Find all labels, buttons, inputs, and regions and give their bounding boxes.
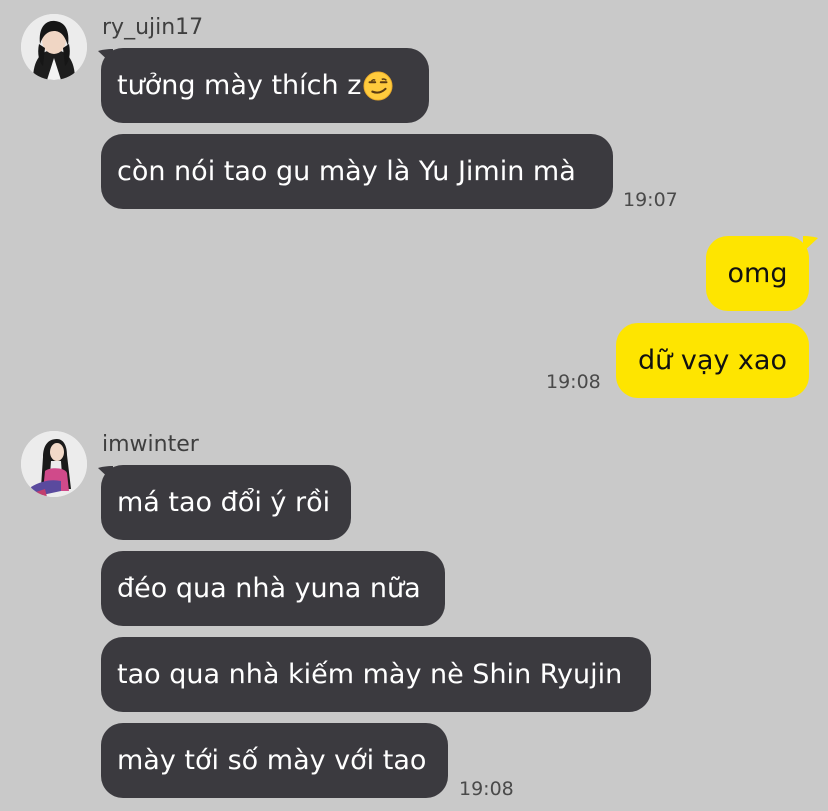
message-text: mày tới số mày với tao	[117, 745, 427, 776]
message-text: còn nói tao gu mày là Yu Jimin mà	[117, 156, 576, 187]
message-bubble[interactable]: mày tới số mày với tao	[101, 723, 448, 798]
message-text: tao qua nhà kiếm mày nè Shin Ryujin	[117, 659, 623, 690]
message-bubble[interactable]: đéo qua nhà yuna nữa	[101, 551, 445, 626]
avatar-ry-ujin17[interactable]	[21, 14, 87, 80]
message-timestamp: 19:08	[546, 371, 601, 393]
message-text: omg	[727, 258, 788, 289]
message-bubble[interactable]: dữ vạy xao	[616, 323, 809, 398]
smirking-face-emoji	[363, 70, 393, 101]
message-timestamp: 19:08	[459, 778, 514, 800]
message-timestamp: 19:07	[623, 189, 678, 211]
message-bubble[interactable]: má tao đổi ý rồi	[101, 465, 351, 540]
message-bubble[interactable]: tưởng mày thích z	[101, 48, 429, 123]
message-text: dữ vạy xao	[638, 345, 787, 376]
message-bubble[interactable]: omg	[706, 236, 809, 311]
message-bubble[interactable]: còn nói tao gu mày là Yu Jimin mà	[101, 134, 613, 209]
sender-username: imwinter	[102, 432, 199, 457]
message-bubble[interactable]: tao qua nhà kiếm mày nè Shin Ryujin	[101, 637, 651, 712]
message-text: má tao đổi ý rồi	[117, 487, 331, 518]
avatar-imwinter[interactable]	[21, 431, 87, 497]
message-text: tưởng mày thích z	[117, 70, 362, 101]
message-text: đéo qua nhà yuna nữa	[117, 573, 421, 604]
sender-username: ry_ujin17	[102, 15, 204, 40]
